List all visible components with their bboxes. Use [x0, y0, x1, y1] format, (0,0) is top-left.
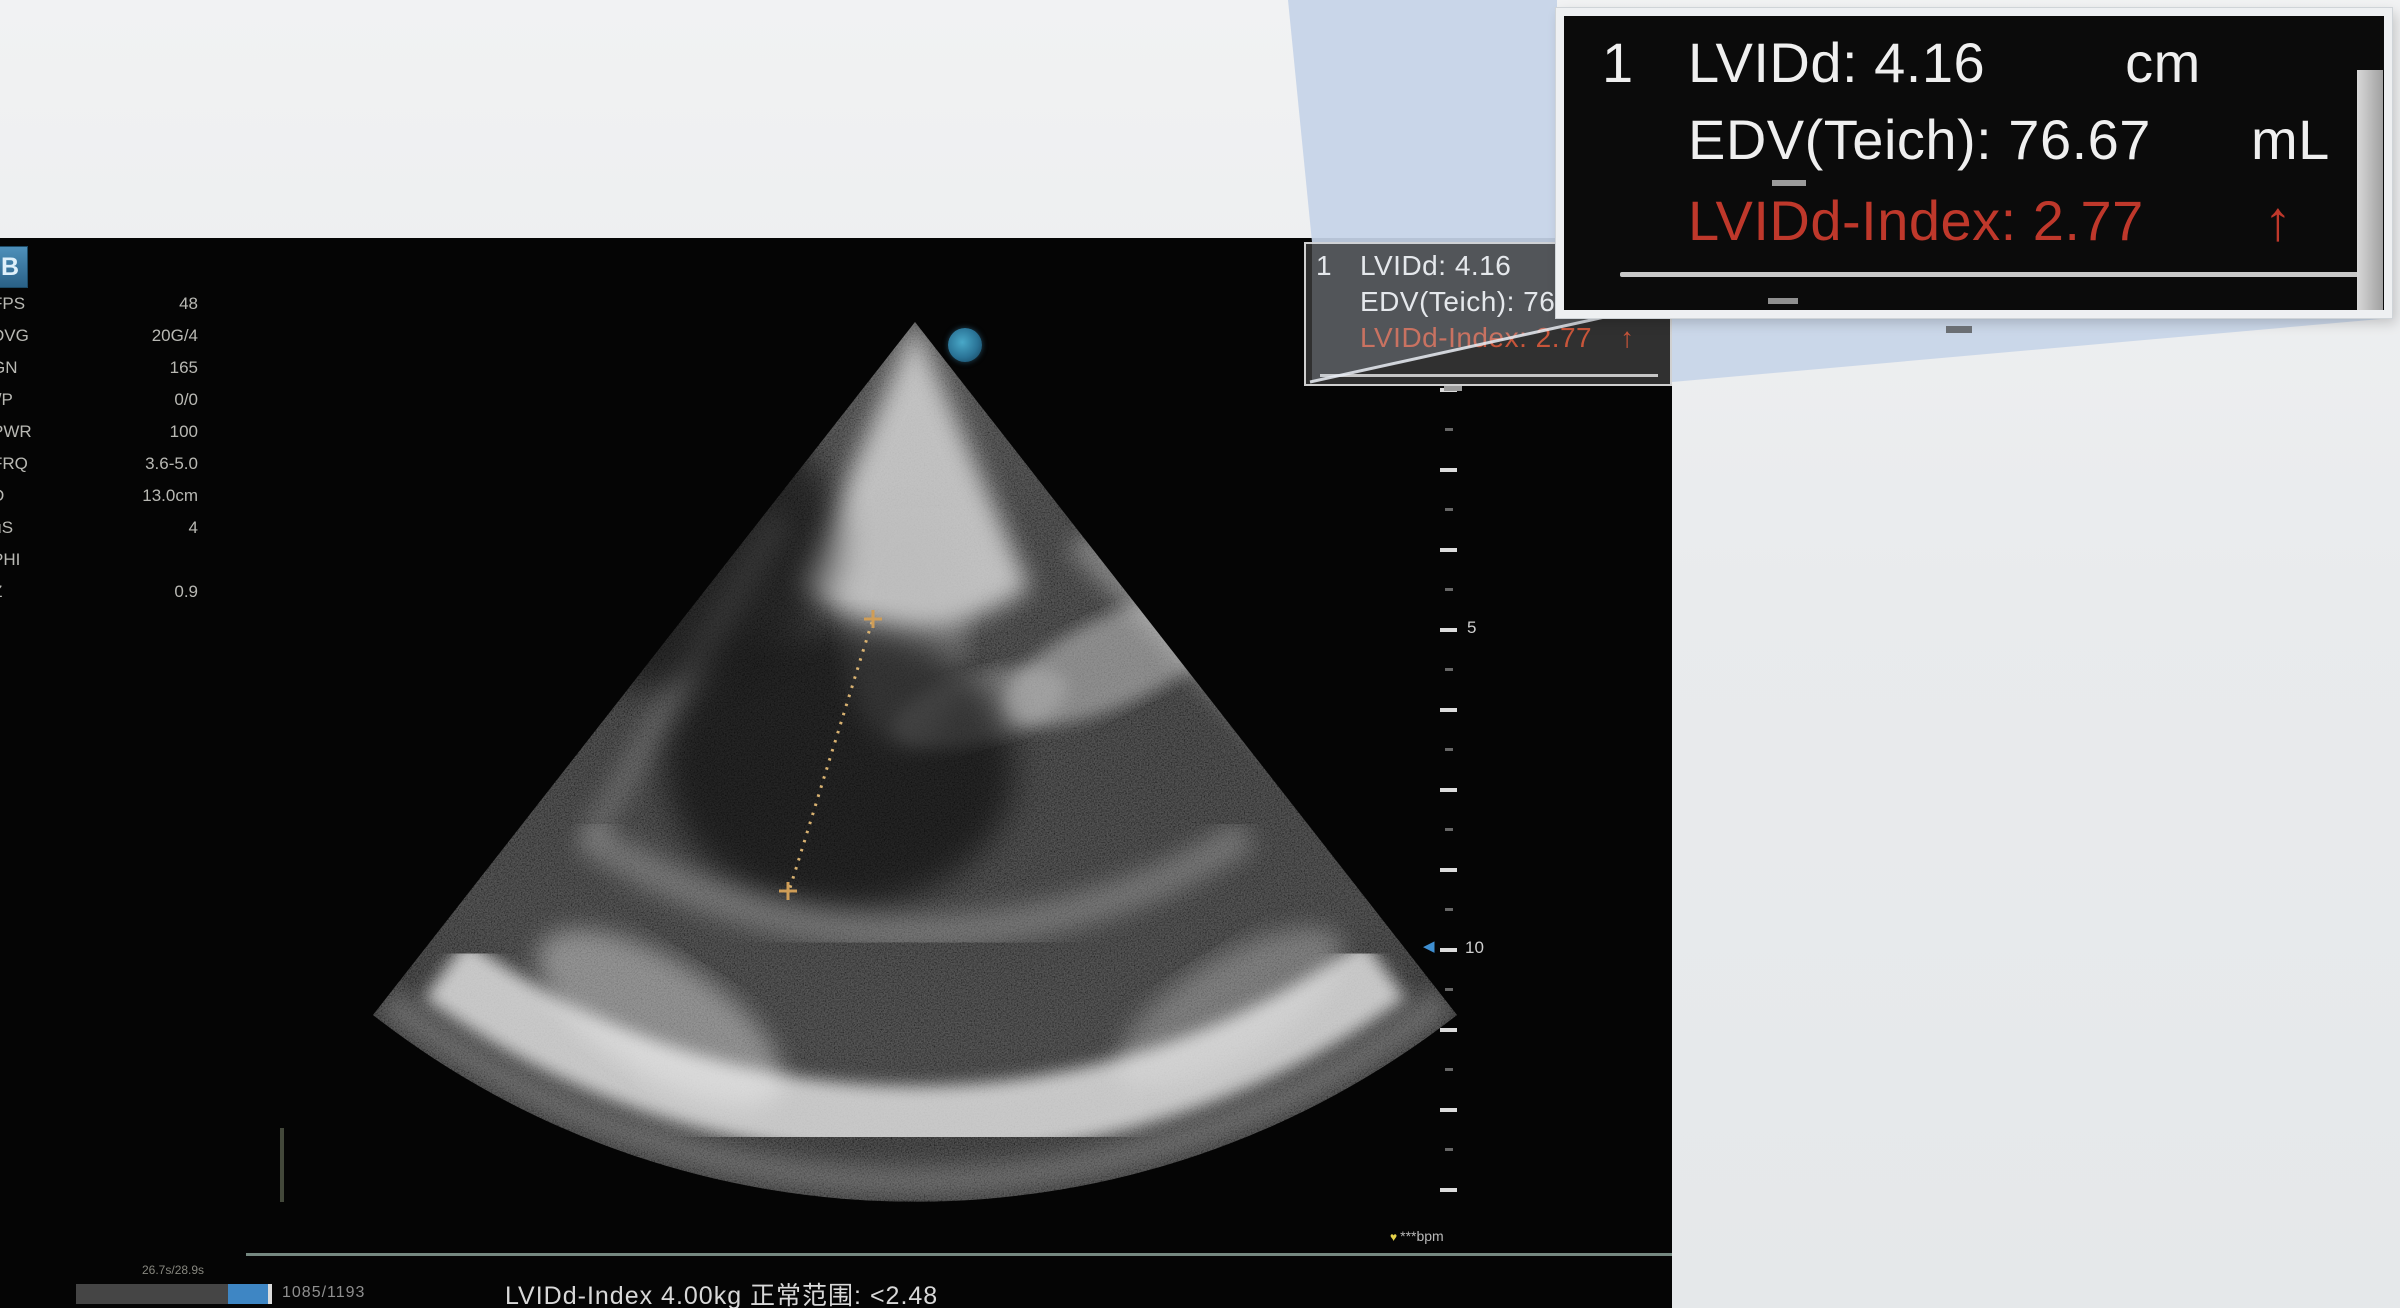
measurement-result-status: LVIDd-Index 4.00kg 正常范围: <2.48 — [505, 1276, 938, 1308]
callout-caret-mark — [1772, 180, 1806, 186]
frame-counter: 1085/1193 — [282, 1284, 365, 1302]
heart-icon: ♥ — [1390, 1230, 1397, 1244]
param-row-pwr: PWR100 — [0, 416, 198, 448]
param-row-ip: I/P0/0 — [0, 384, 198, 416]
callout-line-edv: EDV(Teich): 76.67mL — [1688, 107, 2330, 172]
param-row-gn: GN165 — [0, 352, 198, 384]
magnified-measurement-callout: 1LVIDd: 4.16cm EDV(Teich): 76.67mL LVIDd… — [1556, 8, 2392, 318]
clip-time-text: 26.7s/28.9s — [142, 1263, 204, 1277]
depth-ruler: 5 10 ◀ — [1440, 388, 1504, 1203]
panel-bottom-dash — [1444, 386, 1462, 391]
ultrasound-display: B FPS48 DVG20G/4 GN165 I/P0/0 PWR100 FRQ… — [0, 238, 1672, 1308]
callout-line-lvidd: 1LVIDd: 4.16cm — [1602, 30, 2201, 95]
bottom-separator-line — [246, 1253, 1672, 1256]
ultrasound-app: B FPS48 DVG20G/4 GN165 I/P0/0 PWR100 FRQ… — [0, 0, 2400, 1308]
callout-scrollbar[interactable] — [2357, 70, 2383, 310]
depth-label-10: 10 — [1465, 938, 1484, 958]
timeline-cursor — [280, 1128, 284, 1202]
callout-bottom-inner-dash — [1768, 298, 1798, 304]
param-row-dvg: DVG20G/4 — [0, 320, 198, 352]
param-row-z: Z0.9 — [0, 576, 198, 608]
callout-underline — [1620, 272, 2368, 277]
cine-progress-thumb[interactable] — [228, 1284, 268, 1304]
high-value-arrow-icon: ↑ — [2264, 189, 2293, 252]
param-row-us: μS4 — [0, 512, 198, 544]
mode-b-label: B — [1, 253, 19, 282]
mode-b-badge: B — [0, 246, 28, 288]
depth-label-5: 5 — [1467, 618, 1476, 638]
heart-rate: ♥***bpm — [1390, 1228, 1444, 1244]
param-row-depth: D13.0cm — [0, 480, 198, 512]
callout-bottom-dash — [1946, 326, 1972, 333]
measurement-line-lvidd-index: LVIDd-Index: 2.77↑ — [1360, 322, 1635, 354]
callout-line-lvidd-index: LVIDd-Index: 2.77↑ — [1688, 188, 2292, 253]
cine-progress-bar[interactable] — [76, 1284, 272, 1304]
focus-marker-icon[interactable]: ◀ — [1423, 937, 1435, 955]
heart-rate-text: ***bpm — [1400, 1228, 1444, 1244]
high-value-arrow-icon: ↑ — [1620, 322, 1635, 353]
depth-ruler-minor-ticks — [1445, 428, 1453, 1163]
param-row-phi: PHI — [0, 544, 198, 576]
param-row-fps: FPS48 — [0, 288, 198, 320]
param-row-frq: FRQ3.6-5.0 — [0, 448, 198, 480]
panel-underline — [1320, 374, 1658, 377]
imaging-parameters: FPS48 DVG20G/4 GN165 I/P0/0 PWR100 FRQ3.… — [0, 288, 198, 608]
ultrasound-sector-image — [0, 238, 1672, 1308]
cine-progress-cursor — [268, 1284, 272, 1304]
probe-orientation-marker-icon — [948, 328, 982, 362]
